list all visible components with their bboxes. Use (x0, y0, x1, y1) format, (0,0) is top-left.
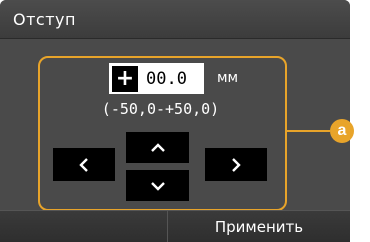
page-title: Отступ (13, 10, 76, 29)
callout-line (285, 130, 330, 132)
footer-bar: Применить (0, 210, 350, 242)
title-bar: Отступ (0, 0, 350, 39)
apply-button[interactable]: Применить (168, 211, 350, 242)
control-panel-screen: Отступ + 00.0 мм (-50,0-+50,0) Применить (0, 0, 350, 242)
highlight-frame (38, 56, 287, 211)
callout-badge: a (330, 119, 354, 143)
